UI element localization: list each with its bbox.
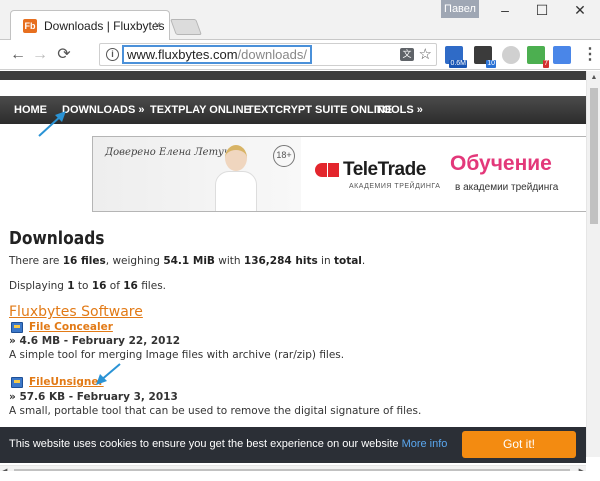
window-close-icon[interactable]: ✕: [565, 2, 595, 19]
nav-downloads[interactable]: DOWNLOADS »: [62, 96, 145, 124]
vertical-scroll-thumb[interactable]: [590, 88, 598, 224]
cookie-text: This website uses cookies to ensure you …: [9, 438, 402, 450]
summary-files: 16 files: [62, 255, 106, 267]
displaying-text: to: [74, 280, 92, 292]
info-icon[interactable]: i: [106, 48, 119, 61]
extension-android-icon[interactable]: 7: [527, 46, 549, 68]
forward-icon[interactable]: →: [30, 45, 50, 65]
cookie-message: This website uses cookies to ensure you …: [9, 438, 447, 450]
summary-size: 54.1 MiB: [163, 255, 215, 267]
ad-photo-area: Доверено Елена Летучая 18+: [93, 137, 301, 211]
browser-tab[interactable]: Fb Downloads | Fluxbytes ×: [10, 10, 170, 41]
minimize-icon[interactable]: –: [490, 2, 520, 18]
horizontal-scroll-thumb[interactable]: [14, 469, 570, 471]
displaying-text: Displaying: [9, 280, 68, 292]
scroll-right-icon[interactable]: ▶: [579, 467, 584, 471]
displaying-from: 1: [67, 280, 75, 292]
translate-icon[interactable]: 文: [400, 48, 414, 61]
file-description: A small, portable tool that can be used …: [9, 405, 422, 417]
ad-person-image: [213, 141, 261, 211]
summary-hits: 136,284 hits: [243, 255, 318, 267]
summary-text: in: [317, 255, 334, 267]
page-title: Downloads: [9, 228, 105, 249]
maximize-icon[interactable]: ☐: [527, 2, 557, 19]
extension-badge: 7: [543, 60, 549, 68]
summary-total: total: [333, 255, 362, 267]
url-path: /downloads/: [237, 47, 307, 62]
vertical-scrollbar[interactable]: ▲: [586, 71, 600, 457]
cookie-banner: This website uses cookies to ensure you …: [0, 427, 586, 463]
file-meta: » 57.6 KB - February 3, 2013: [9, 391, 178, 403]
window-titlebar: Fb Downloads | Fluxbytes × Павел – ☐ ✕: [0, 0, 600, 41]
profile-badge[interactable]: Павел: [441, 0, 479, 18]
displaying-to: 16: [91, 280, 107, 292]
summary-text: , weighing: [105, 255, 164, 267]
file-link-file-concealer[interactable]: File Concealer: [29, 321, 113, 333]
extension-dark-icon[interactable]: 10: [474, 46, 496, 68]
displaying-count: 16: [123, 280, 138, 292]
summary-text: There are: [9, 255, 63, 267]
url-text[interactable]: www.fluxbytes.com/downloads/: [122, 45, 312, 64]
ad-subtitle: в академии трейдинга: [455, 182, 559, 193]
displaying-text: files.: [137, 280, 166, 292]
extension-translate-icon[interactable]: [553, 46, 571, 64]
new-tab-button[interactable]: [170, 19, 202, 35]
ad-title: Обучение: [450, 152, 552, 175]
scroll-up-icon[interactable]: ▲: [587, 71, 600, 85]
favicon-icon: Fb: [23, 19, 37, 33]
program-icon: [11, 377, 23, 388]
displaying-info: Displaying 1 to 16 of 16 files.: [9, 280, 166, 292]
site-top-strip: [0, 71, 586, 80]
program-icon: [11, 322, 23, 333]
ad-brand-sub: АКАДЕМИЯ ТРЕЙДИНГА: [349, 183, 441, 190]
extension-meter-icon[interactable]: 0.6M: [445, 46, 467, 68]
bookmark-star-icon[interactable]: ☆: [419, 45, 432, 63]
summary-text: with: [214, 255, 244, 267]
file-meta: » 4.6 MB - February 22, 2012: [9, 335, 181, 347]
extension-badge: 10: [486, 60, 496, 68]
address-bar[interactable]: i www.fluxbytes.com/downloads/ 文 ☆: [99, 43, 437, 66]
cookie-more-info-link[interactable]: More info: [402, 438, 448, 450]
scroll-left-icon[interactable]: ◀: [2, 467, 7, 471]
section-title-link[interactable]: Fluxbytes Software: [9, 304, 143, 320]
age-rating-badge: 18+: [273, 145, 295, 167]
page-viewport: HOME DOWNLOADS » TEXTPLAY ONLINE TEXTCRY…: [0, 71, 600, 471]
downloads-summary: There are 16 files, weighing 54.1 MiB wi…: [9, 255, 365, 267]
reload-icon[interactable]: ⟳: [54, 45, 74, 65]
ad-brand: TeleTrade: [343, 159, 426, 180]
tab-title: Downloads | Fluxbytes: [44, 19, 165, 33]
cookie-accept-button[interactable]: Got it!: [462, 431, 576, 458]
extension-badge: 0.6M: [449, 60, 467, 68]
nav-home[interactable]: HOME: [14, 96, 47, 124]
url-host: www.fluxbytes.com: [127, 47, 238, 62]
horizontal-scrollbar[interactable]: ◀ ▶: [0, 465, 586, 471]
summary-text: .: [361, 255, 366, 267]
browser-menu-icon[interactable]: ⋮: [582, 45, 598, 65]
ad-banner[interactable]: Доверено Елена Летучая 18+ TeleTrade АКА…: [92, 136, 587, 212]
nav-textcrypt-suite-online[interactable]: TEXTCRYPT SUITE ONLINE: [247, 96, 392, 124]
site-navbar: HOME DOWNLOADS » TEXTPLAY ONLINE TEXTCRY…: [0, 96, 586, 124]
displaying-text: of: [106, 280, 124, 292]
back-icon[interactable]: ←: [8, 45, 28, 65]
nav-tools[interactable]: TOOLS »: [376, 96, 423, 124]
file-link-fileunsigner[interactable]: FileUnsigner: [29, 376, 104, 388]
nav-textplay-online[interactable]: TEXTPLAY ONLINE: [150, 96, 251, 124]
tab-close-icon[interactable]: ×: [154, 18, 161, 32]
file-description: A simple tool for merging Image files wi…: [9, 349, 345, 361]
extension-grey-icon[interactable]: [502, 46, 520, 64]
teletrade-logo-icon: [315, 163, 339, 177]
